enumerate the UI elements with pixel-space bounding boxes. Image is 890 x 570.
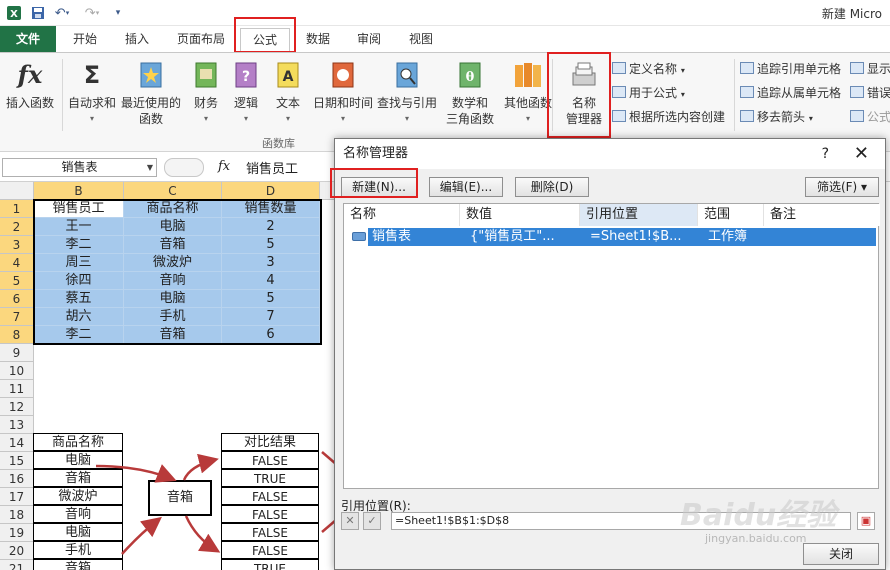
column-header-refers-to[interactable]: 引用位置 bbox=[580, 204, 698, 226]
svg-text:θ: θ bbox=[466, 70, 475, 85]
title-bar: X ↶ ▾ ↷ ▾ ▾ 新建 Micro bbox=[0, 0, 890, 26]
confirm-edit-icon[interactable]: ✓ bbox=[363, 512, 381, 530]
lookup-reference-button[interactable]: 查找与引用 ▾ bbox=[374, 57, 440, 127]
more-books-icon bbox=[513, 59, 543, 91]
ribbon-tabs: 文件 开始 插入 页面布局 公式 数据 审阅 视图 bbox=[0, 26, 890, 52]
create-from-selection-button[interactable]: 根据所选内容创建 bbox=[612, 107, 725, 127]
tab-page-layout[interactable]: 页面布局 bbox=[166, 26, 236, 52]
chevron-down-icon: ▾ bbox=[404, 114, 409, 123]
tab-review[interactable]: 审阅 bbox=[344, 26, 394, 52]
use-in-formula-button[interactable]: 用于公式 ▾ bbox=[612, 83, 685, 103]
tab-formulas[interactable]: 公式 bbox=[240, 28, 290, 52]
define-name-button[interactable]: 定义名称 ▾ bbox=[612, 59, 685, 79]
svg-text:X: X bbox=[10, 9, 18, 20]
remove-arrows-button[interactable]: 移去箭头 ▾ bbox=[740, 107, 813, 127]
trace-dependents-button[interactable]: 追踪从属单元格 bbox=[740, 83, 841, 103]
delete-name-button[interactable]: 删除(D) bbox=[515, 177, 589, 197]
error-check-icon bbox=[850, 86, 864, 98]
recently-used-button[interactable]: 最近使用的 函数 bbox=[120, 57, 182, 127]
svg-text:?: ? bbox=[242, 69, 250, 85]
name-box[interactable]: 销售表 ▼ bbox=[2, 158, 157, 177]
date-time-button[interactable]: 日期和时间 ▾ bbox=[308, 57, 378, 127]
formula-content[interactable]: 销售员工 bbox=[246, 158, 298, 177]
list-item[interactable]: 销售表 {"销售员工"... =Sheet1!$B... 工作簿 bbox=[368, 228, 876, 246]
grid-icon bbox=[612, 110, 626, 122]
filter-button[interactable]: 筛选(F) ▾ bbox=[805, 177, 879, 197]
tag-icon bbox=[612, 62, 626, 74]
tab-data[interactable]: 数据 bbox=[294, 26, 342, 52]
math-book-icon: θ bbox=[455, 59, 485, 91]
column-header-value[interactable]: 数值 bbox=[460, 204, 580, 226]
more-functions-button[interactable]: 其他函数 ▾ bbox=[498, 57, 558, 127]
formula-bar-buttons bbox=[164, 158, 204, 177]
fx-small-icon bbox=[612, 86, 626, 98]
autosum-button[interactable]: Σ 自动求和 ▾ bbox=[62, 57, 122, 127]
save-icon[interactable] bbox=[28, 3, 48, 23]
svg-text:A: A bbox=[283, 69, 294, 85]
redo-icon[interactable]: ↷ ▾ bbox=[80, 3, 104, 23]
group-label-function-library: 函数库 bbox=[262, 137, 295, 150]
new-name-button[interactable]: 新建(N)... bbox=[341, 177, 417, 197]
chevron-down-icon: ▾ bbox=[340, 114, 345, 123]
names-list[interactable]: 名称 数值 引用位置 范围 备注 销售表 {"销售员工"... =Sheet1!… bbox=[343, 203, 880, 489]
close-icon[interactable]: ✕ bbox=[854, 139, 869, 169]
undo-icon[interactable]: ↶ ▾ bbox=[50, 3, 74, 23]
name-manager-icon bbox=[569, 59, 599, 91]
tab-view[interactable]: 视图 bbox=[396, 26, 446, 52]
edit-name-button[interactable]: 编辑(E)... bbox=[429, 177, 503, 197]
error-checking-button[interactable]: 错误 bbox=[850, 83, 890, 103]
help-button[interactable]: ? bbox=[822, 139, 829, 169]
column-header-scope[interactable]: 范围 bbox=[698, 204, 764, 226]
collapse-dialog-icon[interactable]: ▣ bbox=[857, 512, 875, 530]
show-formulas-button[interactable]: 显示 bbox=[850, 59, 890, 79]
text-book-icon: A bbox=[273, 59, 303, 91]
logic-book-icon: ? bbox=[231, 59, 261, 91]
name-manager-button[interactable]: 名称 管理器 bbox=[554, 57, 614, 127]
remove-arrows-icon bbox=[740, 110, 754, 122]
column-header-comment[interactable]: 备注 bbox=[764, 204, 880, 226]
dialog-title-bar: 名称管理器 ? ✕ bbox=[335, 139, 885, 169]
watermark-logo: Baidu经验 bbox=[680, 498, 837, 533]
lookup-book-icon bbox=[392, 59, 422, 91]
customize-icon[interactable]: ▾ bbox=[110, 3, 126, 23]
chevron-down-icon: ▾ bbox=[525, 114, 530, 123]
watermark-url: jingyan.baidu.com bbox=[705, 532, 807, 545]
evaluate-formula-button[interactable]: 公式 bbox=[850, 107, 890, 127]
name-tag-icon bbox=[352, 232, 366, 241]
tab-file[interactable]: 文件 bbox=[0, 26, 56, 52]
excel-icon[interactable]: X bbox=[4, 3, 24, 23]
chevron-down-icon[interactable]: ▼ bbox=[147, 159, 153, 176]
fx-icon: fx bbox=[17, 60, 43, 89]
show-formulas-icon bbox=[850, 62, 864, 74]
star-book-icon bbox=[136, 59, 166, 91]
window-title: 新建 Micro bbox=[821, 7, 882, 21]
trace-dependents-icon bbox=[740, 86, 754, 98]
cancel-edit-icon[interactable]: ✕ bbox=[341, 512, 359, 530]
tab-insert[interactable]: 插入 bbox=[112, 26, 162, 52]
evaluate-icon bbox=[850, 110, 864, 122]
chevron-down-icon: ▾ bbox=[89, 114, 94, 123]
close-button[interactable]: 关闭 bbox=[803, 543, 879, 565]
trace-precedents-button[interactable]: 追踪引用单元格 bbox=[740, 59, 841, 79]
column-header-name[interactable]: 名称 bbox=[344, 204, 460, 226]
ribbon-separator bbox=[734, 59, 735, 131]
sigma-icon: Σ bbox=[83, 61, 101, 89]
fx-icon[interactable]: fx bbox=[218, 159, 230, 174]
insert-function-button[interactable]: fx 插入函数 bbox=[0, 57, 60, 111]
ribbon-formulas: fx 插入函数 Σ 自动求和 ▾ 最近使用的 函数 财务 ▾ ? 逻辑 ▾ A … bbox=[0, 52, 890, 152]
ribbon-separator bbox=[552, 59, 553, 131]
flow-arrows bbox=[95, 451, 337, 555]
tab-home[interactable]: 开始 bbox=[60, 26, 110, 52]
math-trig-button[interactable]: θ 数学和 三角函数 bbox=[440, 57, 500, 127]
date-book-icon bbox=[328, 59, 358, 91]
trace-precedents-icon bbox=[740, 62, 754, 74]
